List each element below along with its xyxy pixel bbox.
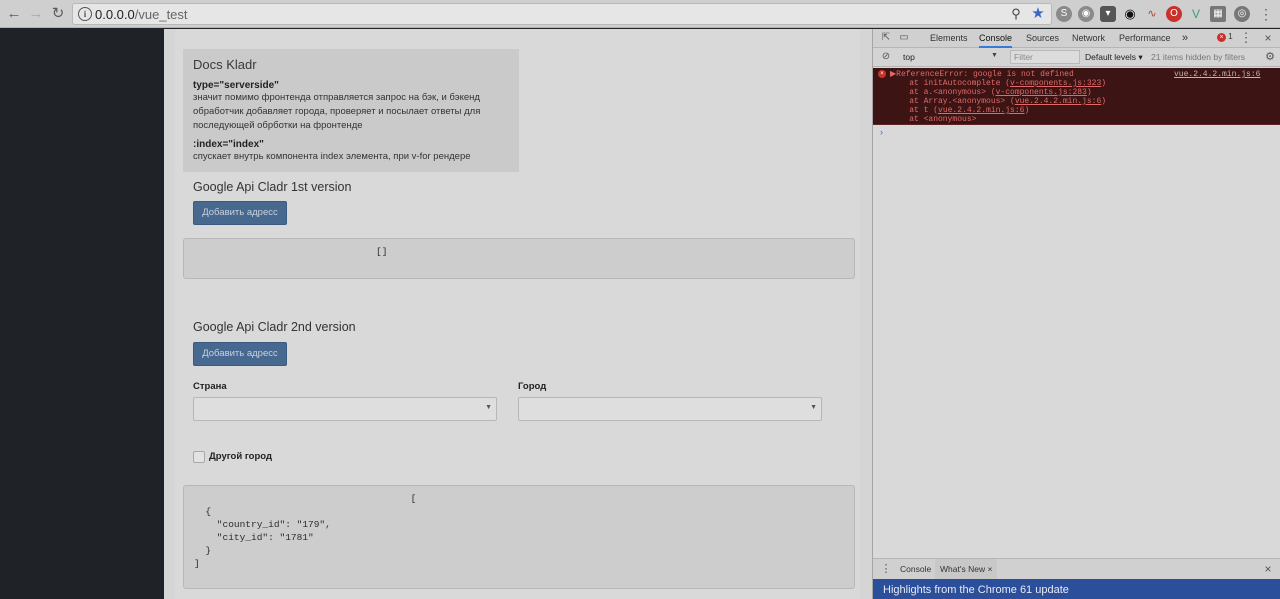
close-drawer-icon[interactable]: × <box>1261 562 1275 576</box>
console-error-message: × ▶ReferenceError: google is not defined… <box>873 68 1280 125</box>
context-selector[interactable]: top <box>903 52 915 62</box>
section1-output-text: [] <box>376 246 388 257</box>
page-content: Docs Kladr type="serverside" значит поми… <box>164 29 872 599</box>
clear-console-icon[interactable]: ⊘ <box>879 50 893 64</box>
error-source-link[interactable]: vue.2.4.2.min.js:6 <box>1174 70 1260 79</box>
chevron-down-icon: ▼ <box>810 404 817 411</box>
country-select[interactable]: ▼ <box>193 397 497 421</box>
vue-devtools-icon[interactable]: V <box>1188 6 1204 22</box>
stack-source-link[interactable]: vue.2.4.2.min.js:6 <box>938 106 1024 115</box>
page-left-margin <box>0 29 164 599</box>
extension-icon[interactable]: ▦ <box>1210 6 1226 22</box>
hidden-items-note: 21 items hidden by filters <box>1151 52 1246 62</box>
docs-desc-index: спускает внутрь компонента index элемент… <box>193 151 471 162</box>
docs-attr-index: :index="index" <box>193 139 264 150</box>
back-arrow-icon[interactable]: ← <box>4 4 24 24</box>
error-count-badge[interactable]: × 1 <box>1217 32 1233 42</box>
other-city-checkbox[interactable] <box>193 451 205 463</box>
drawer-tab-console[interactable]: Console <box>900 559 931 580</box>
section2-output-text: [ { "country_id": "179", "city_id": "178… <box>194 493 417 569</box>
chevron-down-icon: ▼ <box>991 52 998 59</box>
tab-elements[interactable]: Elements <box>930 29 968 48</box>
gear-icon[interactable]: ⚙ <box>1263 50 1277 64</box>
globe-extension-icon[interactable]: ◎ <box>1234 6 1250 22</box>
inspect-element-icon[interactable]: ⇱ <box>879 31 893 45</box>
content-container: Docs Kladr type="serverside" значит поми… <box>175 29 860 599</box>
error-icon: × <box>878 70 886 78</box>
tab-performance[interactable]: Performance <box>1119 29 1171 48</box>
stack-frame: at <anonymous> <box>890 115 977 124</box>
tab-network[interactable]: Network <box>1072 29 1105 48</box>
address-bar[interactable]: i 0.0.0.0/vue_test ⚲ ★ <box>72 3 1052 25</box>
bookmark-star-icon[interactable]: ★ <box>1029 4 1047 24</box>
info-icon[interactable]: i <box>78 7 92 21</box>
chevron-down-icon: ▼ <box>485 404 492 411</box>
add-address-button-2[interactable]: Добавить адресс <box>193 342 287 366</box>
stack-frame: at a.<anonymous> (v-components.js:283) <box>890 88 1092 97</box>
city-select[interactable]: ▼ <box>518 397 822 421</box>
forward-arrow-icon[interactable]: → <box>26 4 46 24</box>
tab-console[interactable]: Console <box>979 29 1013 48</box>
section2-title: Google Api Cladr 2nd version <box>193 320 356 334</box>
docs-title: Docs Kladr <box>193 57 257 72</box>
docs-panel: Docs Kladr type="serverside" значит поми… <box>183 49 519 172</box>
devtools-tabbar: ⇱ ▭ Elements Console Sources Network Per… <box>873 29 1280 48</box>
docs-desc-type: значит помимо фронтенда отправляется зап… <box>193 92 481 131</box>
section1-title: Google Api Cladr 1st version <box>193 180 352 194</box>
browser-toolbar: ← → ↻ i 0.0.0.0/vue_test ⚲ ★ S ◉ ▾ ◉ ∿ O… <box>0 0 1280 28</box>
url-text: 0.0.0.0/vue_test <box>95 7 188 22</box>
section2-output: [ { "country_id": "179", "city_id": "178… <box>183 485 855 589</box>
menu-icon[interactable]: ⋮ <box>1256 4 1276 24</box>
devtools-drawer-tabbar: ⋮ Console What's New × × <box>873 558 1280 580</box>
stack-source-link[interactable]: v-components.js:323 <box>1010 79 1101 88</box>
console-toolbar: ⊘ top ▼ Filter Default levels ▾ 21 items… <box>873 48 1280 67</box>
stack-frame: at initAutocomplete (v-components.js:323… <box>890 79 1107 88</box>
city-label: Город <box>518 381 547 392</box>
docs-attr-type: type="serverside" <box>193 80 279 91</box>
stack-frame: at Array.<anonymous> (vue.2.4.2.min.js:6… <box>890 97 1107 106</box>
stack-frame: at t (vue.2.4.2.min.js:6) <box>890 106 1030 115</box>
zoom-icon[interactable]: ⚲ <box>1007 5 1025 23</box>
close-icon[interactable]: × <box>1261 31 1275 45</box>
close-tab-icon[interactable]: × <box>987 564 992 574</box>
stack-source-link[interactable]: v-components.js:283 <box>996 88 1087 97</box>
console-filter-input[interactable]: Filter <box>1010 50 1080 64</box>
eye-extension-icon[interactable]: ◉ <box>1122 6 1138 22</box>
error-text[interactable]: ▶ReferenceError: google is not defined <box>890 70 1074 79</box>
reload-icon[interactable]: ↻ <box>48 4 68 24</box>
country-label: Страна <box>193 381 227 392</box>
stack-source-link[interactable]: vue.2.4.2.min.js:6 <box>1015 97 1101 106</box>
whats-new-banner: Highlights from the Chrome 61 update <box>873 579 1280 599</box>
whats-new-headline[interactable]: Highlights from the Chrome 61 update <box>883 584 1069 596</box>
pocket-extension-icon[interactable]: ▾ <box>1100 6 1116 22</box>
log-levels-dropdown[interactable]: Default levels ▾ <box>1085 52 1143 63</box>
skype-extension-icon[interactable]: S <box>1056 6 1072 22</box>
error-icon: × <box>1217 33 1226 42</box>
drawer-menu-icon[interactable]: ⋮ <box>879 562 893 576</box>
device-toolbar-icon[interactable]: ▭ <box>897 31 911 45</box>
more-tabs-button[interactable]: » <box>1182 29 1188 48</box>
drawer-tab-whats-new[interactable]: What's New × <box>935 559 998 580</box>
tab-sources[interactable]: Sources <box>1026 29 1059 48</box>
section1-output: [] <box>183 238 855 279</box>
devtools-panel: ⇱ ▭ Elements Console Sources Network Per… <box>872 29 1280 599</box>
opera-extension-icon[interactable]: O <box>1166 6 1182 22</box>
other-city-label: Другой город <box>209 451 272 462</box>
extension-icon[interactable]: ◉ <box>1078 6 1094 22</box>
console-prompt[interactable]: › <box>880 127 883 137</box>
add-address-button-1[interactable]: Добавить адресс <box>193 201 287 225</box>
extension-icon[interactable]: ∿ <box>1144 6 1160 22</box>
devtools-menu-icon[interactable]: ⋮ <box>1239 31 1253 45</box>
